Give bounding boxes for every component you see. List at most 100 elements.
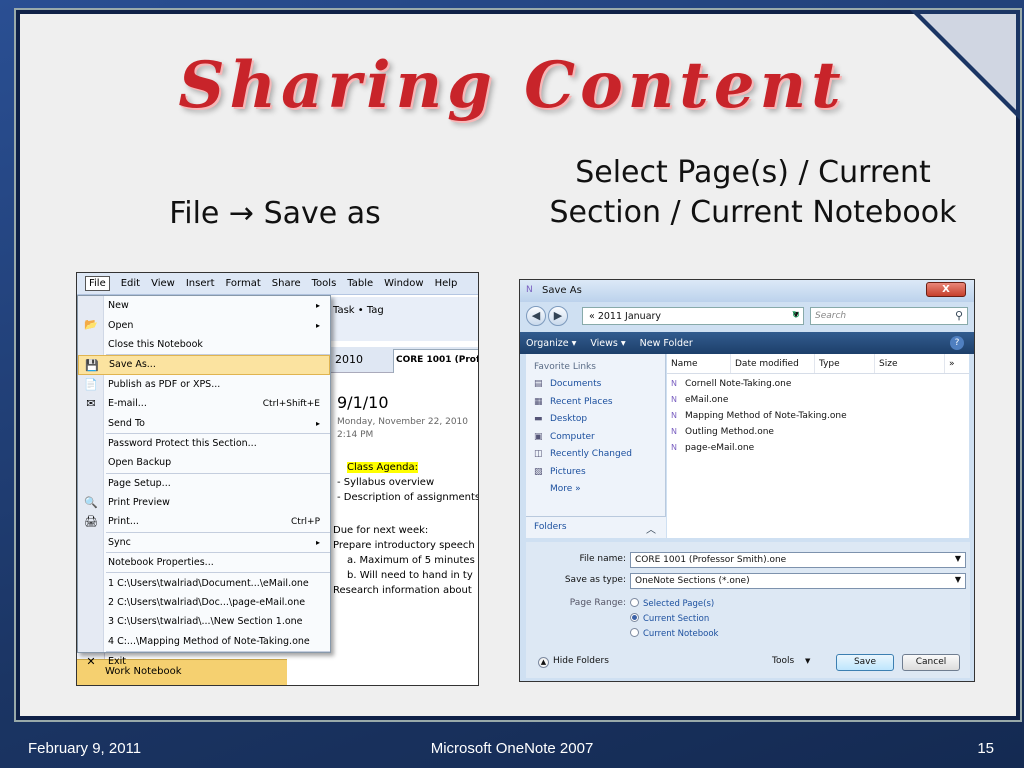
folders-toggle[interactable]: Folders ︿ xyxy=(526,516,666,538)
chevron-up-icon: ︿ xyxy=(646,525,656,536)
hide-folders-button[interactable]: ▲ Hide Folders xyxy=(538,656,609,668)
back-icon[interactable]: ◀ xyxy=(526,306,546,326)
file-name: Cornell Note-Taking.one xyxy=(685,379,792,389)
file-menu-item[interactable]: 3 C:\Users\twalriad\...\New Section 1.on… xyxy=(78,612,330,631)
computer-icon: ▣ xyxy=(534,431,543,442)
radio-current-notebook[interactable]: Current Notebook xyxy=(630,628,718,639)
menu-item-icon xyxy=(84,338,98,351)
nav-recently-changed[interactable]: ◫ Recently Changed xyxy=(526,446,665,464)
menu-table[interactable]: Table xyxy=(347,278,373,289)
file-item[interactable]: N Cornell Note-Taking.one xyxy=(667,376,969,392)
save-options-area: File name: CORE 1001 (Professor Smith).o… xyxy=(526,542,970,678)
onenote-file-icon: N xyxy=(671,411,677,420)
save-type-select[interactable]: OneNote Sections (*.one) ▼ xyxy=(630,573,966,589)
address-row: ◀ ▶ « 2011 January ▼ ↻ Search ⚲ xyxy=(520,302,974,330)
forward-icon[interactable]: ▶ xyxy=(548,306,568,326)
dialog-title-bar: N Save As X xyxy=(520,280,974,302)
address-text: « 2011 January xyxy=(589,311,662,322)
radio-current-section[interactable]: Current Section xyxy=(630,613,709,624)
nav-label: Recent Places xyxy=(550,396,613,407)
file-menu-item[interactable]: ✕ Exit xyxy=(78,652,330,671)
nav-more[interactable]: More » xyxy=(526,481,665,499)
file-item[interactable]: Npage-eMail.one xyxy=(667,440,969,456)
file-menu-item[interactable]: 🖨 Print... Ctrl+P xyxy=(78,512,330,531)
file-menu-item[interactable]: 📄 Publish as PDF or XPS... xyxy=(78,375,330,394)
nav-pictures[interactable]: ▧ Pictures xyxy=(526,464,665,482)
views-button[interactable]: Views ▾ xyxy=(590,338,625,349)
cancel-button[interactable]: Cancel xyxy=(902,654,960,671)
save-type-value: OneNote Sections (*.one) xyxy=(635,576,750,586)
menu-file[interactable]: File xyxy=(85,276,110,291)
toolbar-tags[interactable]: Task • Tag xyxy=(333,301,474,321)
file-menu-item[interactable]: 2 C:\Users\twalriad\Doc...\page-eMail.on… xyxy=(78,593,330,612)
file-menu-item[interactable]: ✉ E-mail... Ctrl+Shift+E xyxy=(78,394,330,413)
save-button[interactable]: Save xyxy=(836,654,894,671)
menu-help[interactable]: Help xyxy=(435,278,458,289)
file-menu-item[interactable]: 💾 Save As... xyxy=(78,355,330,375)
menu-item-label: Notebook Properties... xyxy=(108,557,214,569)
column-size[interactable]: Size xyxy=(875,354,945,373)
menu-window[interactable]: Window xyxy=(384,278,423,289)
file-item[interactable]: NeMail.one xyxy=(667,392,969,408)
column-name[interactable]: Name xyxy=(667,354,731,373)
menu-format[interactable]: Format xyxy=(226,278,261,289)
dropdown-arrow-icon[interactable]: ▼ xyxy=(955,575,961,584)
tab-core-1001[interactable]: CORE 1001 (Prof. xyxy=(393,349,478,373)
column-type[interactable]: Type xyxy=(815,354,875,373)
body-line: Due for next week: xyxy=(333,525,429,536)
file-menu-item[interactable]: Password Protect this Section... xyxy=(78,434,330,453)
search-input[interactable]: Search ⚲ xyxy=(810,307,968,325)
more-columns-icon[interactable]: » xyxy=(945,354,969,373)
nav-documents[interactable]: ▤ Documents xyxy=(526,376,665,394)
menu-item-label: E-mail... xyxy=(108,398,147,410)
menu-edit[interactable]: Edit xyxy=(121,278,140,289)
slide-title: Sharing Content xyxy=(178,48,846,123)
menu-insert[interactable]: Insert xyxy=(186,278,215,289)
new-folder-button[interactable]: New Folder xyxy=(640,338,693,349)
help-icon[interactable]: ? xyxy=(950,336,964,350)
file-menu-item[interactable]: Sync ▸ xyxy=(78,533,330,552)
file-menu-item[interactable]: New ▸ xyxy=(78,296,330,315)
menu-item-icon: ✉ xyxy=(86,396,96,410)
nav-recent-places[interactable]: ▦ Recent Places xyxy=(526,394,665,412)
file-menu-item[interactable]: 📂 Open ▸ xyxy=(78,315,330,334)
organize-button[interactable]: Organize ▾ xyxy=(526,338,576,349)
nav-desktop[interactable]: ▬ Desktop xyxy=(526,411,665,429)
file-menu-item[interactable]: 🔍 Print Preview xyxy=(78,493,330,512)
page-range-label: Page Range: xyxy=(569,598,626,608)
file-name-field[interactable]: CORE 1001 (Professor Smith).one ▼ xyxy=(630,552,966,568)
tab-2010[interactable]: 2010 xyxy=(335,353,363,366)
menu-view[interactable]: View xyxy=(151,278,175,289)
radio-button xyxy=(630,598,639,607)
file-menu-item[interactable]: 1 C:\Users\twalriad\Document...\eMail.on… xyxy=(78,573,330,592)
menu-item-label: Close this Notebook xyxy=(108,338,203,350)
address-bar[interactable]: « 2011 January ▼ xyxy=(582,307,804,325)
radio-selected-pages[interactable]: Selected Page(s) xyxy=(630,598,714,609)
tools-button[interactable]: Tools ▼ xyxy=(772,656,810,666)
menu-share[interactable]: Share xyxy=(272,278,301,289)
file-item[interactable]: N Outling Method.one xyxy=(667,424,969,440)
page-content: 9/1/10 Monday, November 22, 2010 2:14 PM… xyxy=(333,377,478,598)
menu-tools[interactable]: Tools xyxy=(312,278,337,289)
file-menu-item[interactable]: Close this Notebook xyxy=(78,335,330,354)
file-menu-item[interactable]: Open Backup xyxy=(78,453,330,472)
onenote-screenshot: File Edit View Insert Format Share Tools… xyxy=(76,272,479,686)
menu-item-label: Open xyxy=(108,319,134,331)
file-item[interactable]: N Mapping Method of Note-Taking.one xyxy=(667,408,969,424)
nav-computer[interactable]: ▣ Computer xyxy=(526,429,665,447)
dropdown-arrow-icon[interactable]: ▼ xyxy=(955,554,961,563)
file-menu-item[interactable]: Send To ▸ xyxy=(78,413,330,432)
menu-item-label: Print Preview xyxy=(108,497,170,509)
body-line: b. Will need to hand in ty xyxy=(347,570,473,581)
refresh-icon[interactable]: ↻ xyxy=(786,307,806,325)
body-line: - Syllabus overview xyxy=(337,477,435,488)
page-body[interactable]: Class Agenda: - Syllabus overview - Desc… xyxy=(333,460,478,598)
file-menu-item[interactable]: Page Setup... xyxy=(78,474,330,493)
file-menu-item[interactable]: Notebook Properties... xyxy=(78,553,330,572)
submenu-arrow-icon: ▸ xyxy=(315,301,320,311)
menu-item-label: Page Setup... xyxy=(108,477,171,489)
column-date-modified[interactable]: Date modified xyxy=(731,354,815,373)
search-icon[interactable]: ⚲ xyxy=(955,309,963,322)
file-menu-item[interactable]: 4 C:...\Mapping Method of Note-Taking.on… xyxy=(78,632,330,651)
close-button[interactable]: X xyxy=(926,282,966,297)
